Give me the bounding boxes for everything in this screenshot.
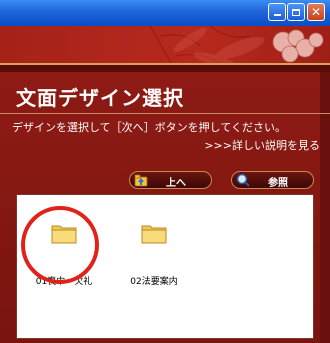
folder-icon [141,225,167,244]
title-divider [0,113,330,114]
magnifier-icon [236,173,250,187]
maximize-icon [292,8,300,16]
browse-button[interactable]: 参照 [231,171,314,189]
close-button[interactable]: ✕ [307,3,325,21]
up-folder-icon [134,174,148,187]
page-title: 文面デザイン選択 [16,86,184,110]
help-link[interactable]: >>>詳しい説明を見る [204,137,320,153]
title-bar[interactable]: ✕ [0,0,330,26]
banner-shadow-strip [0,65,330,72]
file-name: 02法要案内 [130,277,178,287]
close-icon: ✕ [310,5,322,19]
browse-button-label: 参照 [268,178,288,189]
instruction-text: デザインを選択して［次へ］ボタンを押してください。 [12,121,287,134]
up-button[interactable]: 上へ [129,171,212,189]
up-button-label: 上へ [166,178,186,189]
maximize-button[interactable] [287,3,305,21]
file-item-02[interactable]: 02法要案内 [114,222,194,292]
app-window: ✕ 文面デザイン選択 デザインを選択して［次へ］ボタンを押してください。 >>>… [0,0,330,343]
minimize-icon [273,14,281,16]
minimize-button[interactable] [268,3,286,21]
selection-highlight-circle [21,206,99,284]
